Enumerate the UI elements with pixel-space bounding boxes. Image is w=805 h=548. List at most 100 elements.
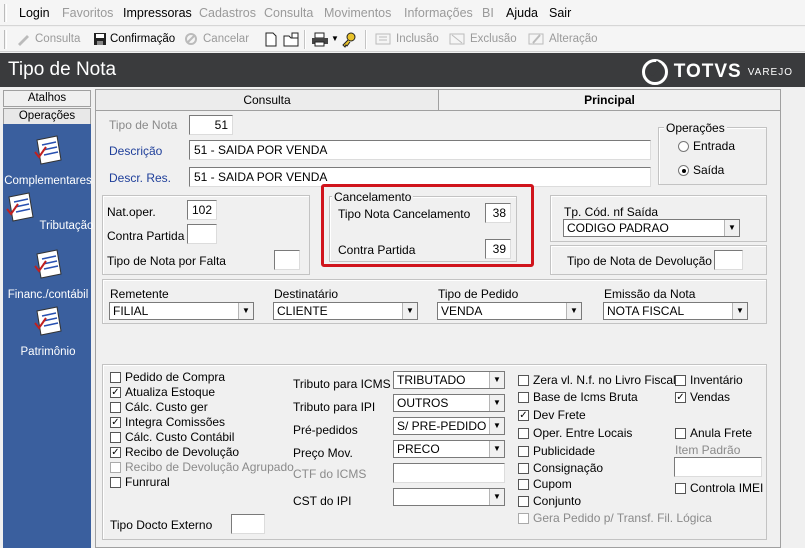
remetente-select[interactable]: FILIAL ▼ [109,302,254,320]
chevron-down-icon[interactable]: ▼ [489,395,504,411]
pre-pedidos-select[interactable]: S/ PRE-PEDIDO ▼ [393,417,505,435]
tipo-nota-falta-field[interactable] [274,250,300,270]
consulta-button[interactable]: Consulta [16,32,80,46]
add-record-icon [375,33,391,45]
menu-login[interactable]: Login [19,6,50,20]
chevron-down-icon[interactable]: ▼ [566,303,581,319]
checkbox-label: Consignação [533,461,604,475]
side-item-financ-contabil[interactable]: Financ./contábil [2,248,94,301]
recibo-devolucao-agrupado-checkbox[interactable]: Recibo de Devolução Agrupado [110,460,294,474]
alteracao-button[interactable]: Alteração [528,32,598,46]
menu-bi[interactable]: BI [482,6,494,20]
vendas-checkbox[interactable]: ✓ Vendas [675,390,730,404]
descricao-field[interactable]: 51 - SAIDA POR VENDA [189,140,651,160]
atualiza-estoque-checkbox[interactable]: ✓ Atualiza Estoque [110,385,215,399]
menu-consulta[interactable]: Consulta [264,6,313,20]
menu-grip [4,4,7,22]
chevron-down-icon[interactable]: ▼ [489,441,504,457]
menu-cadastros[interactable]: Cadastros [199,6,256,20]
tipo-docto-field[interactable] [231,514,265,534]
entrada-radio[interactable]: Entrada [678,139,735,153]
side-item-patrimonio[interactable]: Patrimônio [2,305,94,358]
nat-oper-label: Nat.oper. [107,205,156,219]
chevron-down-icon[interactable]: ▼ [238,303,253,319]
tipo-devolucao-field[interactable] [714,250,743,270]
menu-movimentos[interactable]: Movimentos [324,6,391,20]
ctf-icms-field[interactable] [393,463,505,483]
menu-ajuda[interactable]: Ajuda [506,6,538,20]
side-item-tributacao[interactable]: Tributação [2,191,94,232]
chevron-down-icon[interactable]: ▼ [489,418,504,434]
confirmacao-button[interactable]: Confirmação [93,32,175,46]
checkbox-label: Pedido de Compra [125,370,226,384]
tipo-nota-field[interactable]: 51 [189,115,233,135]
pencil-icon [18,35,29,46]
menu-impressoras[interactable]: Impressoras [123,6,192,20]
tributo-icms-select[interactable]: TRIBUTADO ▼ [393,371,505,389]
checkbox-label: Zera vl. N.f. no Livro Fiscal [533,373,676,387]
gera-pedido-checkbox[interactable]: Gera Pedido p/ Transf. Fil. Lógica [518,511,712,525]
checkbox-box [675,482,686,494]
new-document-icon[interactable] [264,32,278,47]
open-folder-icon[interactable] [283,32,301,47]
checkbox-label: Recibo de Devolução [125,445,240,459]
tab-consulta[interactable]: Consulta [95,89,439,111]
key-search-icon[interactable] [341,31,359,48]
inventario-checkbox[interactable]: Inventário [675,373,743,387]
cancel-icon [185,33,197,45]
consignacao-checkbox[interactable]: Consignação [518,461,603,475]
checkbox-box [518,462,529,474]
tp-cod-select[interactable]: CODIGO PADRAO ▼ [563,219,740,237]
operacoes-tab[interactable]: Operações [3,108,91,125]
saida-label: Saída [693,163,725,177]
preco-mov-select[interactable]: PRECO ▼ [393,440,505,458]
calc-custo-ger-checkbox[interactable]: Cálc. Custo ger [110,400,208,414]
conjunto-checkbox[interactable]: Conjunto [518,494,581,508]
side-item-complementares[interactable]: Complementares [2,134,94,187]
controla-imei-checkbox[interactable]: Controla IMEI [675,481,763,495]
zera-vl-checkbox[interactable]: Zera vl. N.f. no Livro Fiscal [518,373,676,387]
atalhos-tab[interactable]: Atalhos [3,90,91,107]
cst-ipi-select[interactable]: ▼ [393,488,505,506]
checkbox-box [518,374,529,386]
anula-frete-checkbox[interactable]: Anula Frete [675,426,752,440]
contra-partida-label: Contra Partida [107,229,185,243]
emissao-select[interactable]: NOTA FISCAL ▼ [603,302,748,320]
chevron-down-icon[interactable]: ▼ [724,220,739,236]
nat-oper-field[interactable]: 102 [187,200,217,220]
destinatario-select[interactable]: CLIENTE ▼ [273,302,418,320]
dev-frete-checkbox[interactable]: ✓ Dev Frete [518,408,586,422]
tributo-ipi-select[interactable]: OUTROS ▼ [393,394,505,412]
menu-favoritos[interactable]: Favoritos [62,6,113,20]
checkbox-box [675,427,686,439]
integra-comissoes-checkbox[interactable]: ✓ Integra Comissões [110,415,225,429]
chevron-down-icon[interactable]: ▼ [489,489,504,505]
menu-sair[interactable]: Sair [549,6,571,20]
printer-icon[interactable] [311,32,329,47]
cancelar-button[interactable]: Cancelar [184,32,249,46]
checkbox-label: Inventário [690,373,743,387]
publicidade-checkbox[interactable]: Publicidade [518,444,595,458]
contra-partida-field[interactable] [187,224,217,244]
pedido-compra-checkbox[interactable]: Pedido de Compra [110,370,225,384]
inclusao-button[interactable]: Inclusão [375,32,439,46]
saida-radio[interactable]: Saída [678,163,724,177]
tab-principal[interactable]: Principal [438,89,781,111]
recibo-devolucao-checkbox[interactable]: ✓ Recibo de Devolução [110,445,239,459]
funrural-checkbox[interactable]: Funrural [110,475,170,489]
cupom-checkbox[interactable]: Cupom [518,477,572,491]
calc-custo-contabil-checkbox[interactable]: Cálc. Custo Contábil [110,430,234,444]
tipo-pedido-select[interactable]: VENDA ▼ [437,302,582,320]
menu-informacoes[interactable]: Informações [404,6,473,20]
chevron-down-icon[interactable]: ▼ [489,372,504,388]
item-padrao-field[interactable] [674,457,762,477]
oper-entre-locais-checkbox[interactable]: Oper. Entre Locais [518,426,632,440]
chevron-down-icon[interactable]: ▼ [732,303,747,319]
checkbox-box [110,431,121,443]
base-icms-bruta-checkbox[interactable]: Base de Icms Bruta [518,390,638,404]
exclusao-button[interactable]: Exclusão [449,32,517,46]
chevron-down-icon[interactable]: ▼ [402,303,417,319]
checkbox-label: Controla IMEI [690,481,764,495]
cancelar-label: Cancelar [203,33,250,45]
printer-dropdown-icon[interactable]: ▼ [331,34,339,43]
